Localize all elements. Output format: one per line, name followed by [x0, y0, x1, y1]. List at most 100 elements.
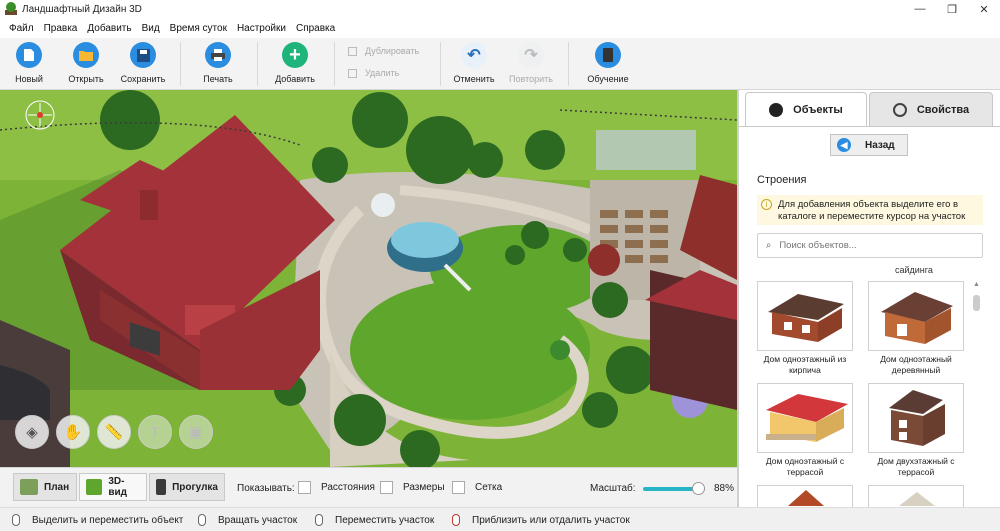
- menu-view[interactable]: Вид: [137, 23, 165, 34]
- menu-help[interactable]: Справка: [291, 23, 340, 34]
- tree-3d-icon: [86, 479, 103, 495]
- new-file-icon: [16, 42, 42, 68]
- copy-icon: [348, 46, 357, 56]
- sizes-checkbox[interactable]: Размеры: [380, 481, 445, 494]
- status-bar: Выделить и переместить объект Вращать уч…: [0, 507, 1000, 531]
- search-icon: ⌕: [766, 240, 772, 251]
- new-label: Новый: [15, 74, 43, 84]
- scroll-up-icon[interactable]: ▲: [973, 281, 980, 288]
- search-box[interactable]: ⌕: [757, 233, 983, 258]
- print-button[interactable]: Печать: [190, 42, 246, 84]
- redo-label: Повторить: [509, 74, 553, 84]
- 3d-view-button[interactable]: 3D-вид: [79, 473, 147, 501]
- back-label: Назад: [865, 139, 895, 151]
- 3d-viewport[interactable]: [0, 90, 737, 467]
- status-select: Выделить и переместить объект: [12, 514, 183, 526]
- learn-button[interactable]: Обучение: [580, 42, 636, 84]
- undo-label: Отменить: [453, 74, 495, 84]
- tab-properties[interactable]: Свойства: [869, 92, 993, 126]
- undo-button[interactable]: ↶ Отменить: [446, 42, 502, 84]
- search-input[interactable]: [779, 240, 970, 251]
- menu-edit[interactable]: Правка: [39, 23, 83, 34]
- walk-label: Прогулка: [172, 481, 218, 493]
- plan-icon: [20, 479, 38, 495]
- toolbar: Новый Открыть Сохранить Печать + Добавит…: [0, 38, 1000, 90]
- close-button[interactable]: ✕: [968, 0, 1000, 18]
- sizes-checkbox-box[interactable]: [380, 481, 393, 494]
- back-button[interactable]: ◀ Назад: [830, 134, 908, 156]
- plan-label: План: [44, 481, 70, 493]
- tab-objects[interactable]: Объекты: [745, 92, 867, 126]
- catalog-item[interactable]: Дом одноэтажный деревянный: [868, 281, 964, 376]
- menu-bar: Файл Правка Добавить Вид Время суток Нас…: [0, 18, 1000, 38]
- status-zoom: Приблизить или отдалить участок: [452, 514, 630, 526]
- plus-icon: +: [282, 42, 308, 68]
- layers-tool-button[interactable]: ◈: [15, 415, 49, 449]
- plan-view-button[interactable]: План: [13, 473, 77, 501]
- trash-icon: [348, 68, 357, 78]
- zoom-slider[interactable]: [643, 482, 705, 495]
- catalog-scrollbar[interactable]: ▲: [972, 281, 981, 506]
- status-move: Переместить участок: [315, 514, 434, 526]
- item-thumbnail: [868, 383, 964, 453]
- printer-icon: [205, 42, 231, 68]
- grid-checkbox[interactable]: Сетка: [452, 481, 502, 494]
- text-frame-icon: ▣: [188, 424, 204, 441]
- zoom-slider-handle[interactable]: [692, 482, 705, 495]
- ruler-tool-button[interactable]: 📏: [97, 415, 131, 449]
- hand-tool-button[interactable]: ✋: [56, 415, 90, 449]
- menu-settings[interactable]: Настройки: [232, 23, 291, 34]
- scrollbar-thumb[interactable]: [973, 295, 980, 311]
- catalog-item[interactable]: Дом двухэтажный с террасой: [868, 383, 964, 478]
- catalog-item[interactable]: [868, 485, 964, 507]
- duplicate-label: Дублировать: [365, 46, 420, 56]
- catalog-item[interactable]: Дом одноэтажный из кирпича: [757, 281, 853, 376]
- toolbar-separator: [568, 42, 569, 86]
- add-label: Добавить: [275, 74, 315, 84]
- distances-checkbox-box[interactable]: [298, 481, 311, 494]
- book-icon: [595, 42, 621, 68]
- add-button[interactable]: + Добавить: [267, 42, 323, 84]
- distances-checkbox[interactable]: Расстояния: [298, 481, 375, 494]
- item-thumbnail: [757, 281, 853, 351]
- tab-properties-label: Свойства: [916, 103, 970, 116]
- item-caption: Дом одноэтажный деревянный: [880, 354, 952, 375]
- catalog-item[interactable]: Дом одноэтажный с террасой: [757, 383, 853, 478]
- app-window: Ландшафтный Дизайн 3D — ❐ ✕ Файл Правка …: [0, 0, 1000, 531]
- restore-button[interactable]: ❐: [936, 0, 968, 18]
- save-button[interactable]: Сохранить: [115, 42, 171, 84]
- walk-view-button[interactable]: Прогулка: [149, 473, 225, 501]
- open-button[interactable]: Открыть: [58, 42, 114, 84]
- status-select-label: Выделить и переместить объект: [32, 514, 184, 526]
- delete-label: Удалить: [365, 68, 400, 78]
- grid-checkbox-box[interactable]: [452, 481, 465, 494]
- delete-button[interactable]: Удалить: [348, 68, 399, 78]
- zoom-label: Масштаб:: [590, 483, 636, 494]
- distances-label: Расстояния: [321, 482, 375, 493]
- toolbar-separator: [440, 42, 441, 86]
- menu-add[interactable]: Добавить: [82, 23, 136, 34]
- compass-icon[interactable]: [25, 100, 55, 130]
- text-tool-button[interactable]: T: [138, 415, 172, 449]
- save-label: Сохранить: [120, 74, 166, 84]
- text-area-tool-button[interactable]: ▣: [179, 415, 213, 449]
- hint-box: i Для добавления объекта выделите его в к…: [757, 195, 983, 225]
- menu-file[interactable]: Файл: [4, 23, 39, 34]
- catalog-item[interactable]: [757, 485, 853, 507]
- menu-time-of-day[interactable]: Время суток: [165, 23, 232, 34]
- minimize-button[interactable]: —: [904, 0, 936, 18]
- tab-objects-label: Объекты: [793, 103, 843, 116]
- 3d-view-label: 3D-вид: [108, 476, 128, 498]
- garden-scene: [0, 90, 737, 467]
- text-icon: T: [150, 423, 160, 441]
- gear-icon: [892, 102, 907, 117]
- toolbar-separator: [180, 42, 181, 86]
- mouse-wheel-icon: [452, 514, 460, 526]
- redo-button[interactable]: ↷ Повторить: [503, 42, 559, 84]
- duplicate-button[interactable]: Дублировать: [348, 46, 419, 56]
- view-bar: План 3D-вид Прогулка Показывать: Расстоя…: [0, 467, 737, 507]
- walking-person-icon: [156, 479, 167, 495]
- new-button[interactable]: Новый: [1, 42, 57, 84]
- status-rotate: Вращать участок: [198, 514, 297, 526]
- hand-icon: ✋: [63, 424, 83, 441]
